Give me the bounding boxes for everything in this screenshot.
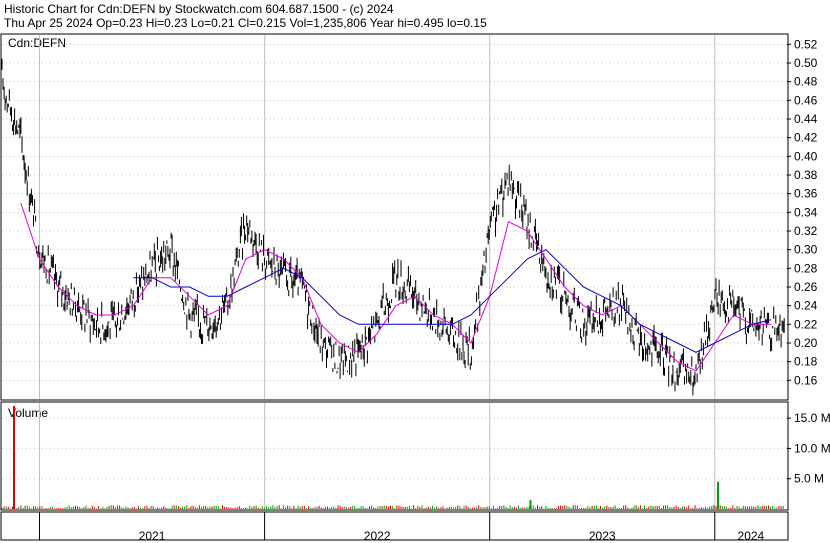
- price-tick-label: 0.38: [794, 168, 818, 182]
- x-axis-year-label: 2024: [738, 529, 765, 543]
- chart-window: Historic Chart for Cdn:DEFN by Stockwatc…: [0, 0, 830, 543]
- volume-y-axis: 15.0 M 10.0 M 5.0 M: [787, 411, 830, 486]
- volume-tick-label: 5.0 M: [794, 472, 824, 486]
- price-tick-label: 0.20: [794, 336, 818, 350]
- price-tick-label: 0.32: [794, 224, 818, 238]
- x-axis-year-label: 2023: [589, 529, 616, 543]
- price-tick-label: 0.36: [794, 187, 818, 201]
- price-tick-label: 0.50: [794, 56, 818, 70]
- volume-tick-label: 15.0 M: [794, 411, 830, 425]
- price-tick-label: 0.48: [794, 75, 818, 89]
- price-tick-label: 0.26: [794, 280, 818, 294]
- x-axis-strip: [0, 511, 789, 541]
- price-tick-label: 0.30: [794, 243, 818, 257]
- price-tick-label: 0.40: [794, 149, 818, 163]
- price-tick-label: 0.46: [794, 93, 818, 107]
- price-tick-label: 0.42: [794, 131, 818, 145]
- price-tick-label: 0.16: [794, 373, 818, 387]
- price-panel-label: Cdn:DEFN: [8, 36, 66, 50]
- price-y-axis: 0.52 0.50 0.48 0.46 0.44 0.42 0.40 0.38 0.36 0.34…: [787, 37, 818, 387]
- price-panel-frame: [0, 33, 789, 401]
- price-tick-label: 0.22: [794, 317, 818, 331]
- price-tick-label: 0.18: [794, 355, 818, 369]
- x-axis-year-label: 2022: [364, 529, 391, 543]
- price-tick-label: 0.44: [794, 112, 818, 126]
- x-axis-year-label: 2021: [139, 529, 166, 543]
- price-tick-label: 0.34: [794, 205, 818, 219]
- volume-tick-label: 10.0 M: [794, 441, 830, 455]
- price-tick-label: 0.28: [794, 261, 818, 275]
- price-tick-label: 0.52: [794, 37, 818, 51]
- price-tick-label: 0.24: [794, 299, 818, 313]
- stock-chart: Cdn:DEFN 0.52 0.50 0.48 0.46 0.44 0.42 0.40 0.3…: [0, 33, 830, 543]
